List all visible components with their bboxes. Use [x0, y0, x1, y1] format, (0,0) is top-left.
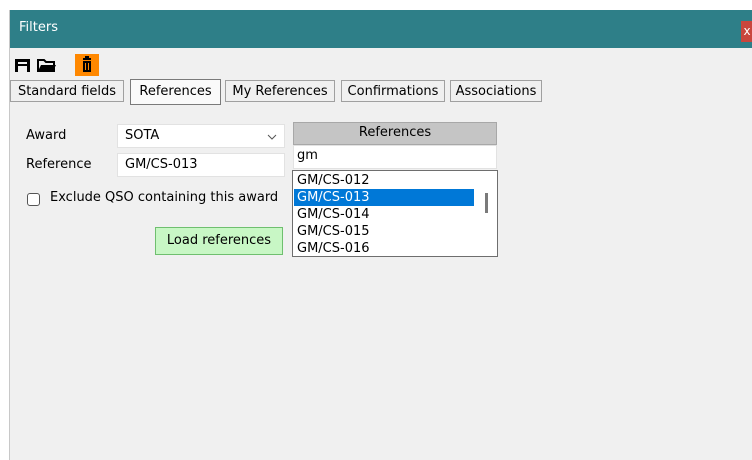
- chevron-down-icon: [267, 134, 277, 140]
- references-search-input[interactable]: gm: [293, 145, 497, 169]
- title-bar: Filters x: [10, 10, 752, 48]
- exclude-label: Exclude QSO containing this award: [50, 190, 279, 205]
- load-references-button[interactable]: Load references: [155, 227, 283, 255]
- save-icon[interactable]: [13, 54, 33, 76]
- tab-associations[interactable]: Associations: [450, 80, 542, 102]
- list-item[interactable]: GM/CS-016: [294, 240, 474, 256]
- delete-icon[interactable]: [75, 54, 99, 76]
- tab-confirmations[interactable]: Confirmations: [341, 80, 445, 102]
- references-list[interactable]: GM/CS-012 GM/CS-013 GM/CS-014 GM/CS-015 …: [292, 170, 498, 257]
- list-scrollbar-thumb[interactable]: [485, 193, 488, 213]
- window-title: Filters: [19, 20, 58, 35]
- list-item-selected[interactable]: GM/CS-013: [294, 189, 474, 206]
- list-item[interactable]: GM/CS-015: [294, 223, 474, 240]
- close-button[interactable]: x: [741, 21, 752, 42]
- tab-standard-fields[interactable]: Standard fields: [10, 80, 124, 102]
- award-label: Award: [26, 128, 67, 143]
- filters-window: Filters x Standard fields References My …: [9, 10, 752, 460]
- list-item[interactable]: GM/CS-014: [294, 206, 474, 223]
- tab-references[interactable]: References: [130, 79, 221, 105]
- references-search-value: gm: [297, 148, 318, 163]
- reference-input[interactable]: GM/CS-013: [117, 153, 285, 177]
- reference-label: Reference: [26, 157, 92, 172]
- exclude-checkbox[interactable]: [27, 193, 40, 206]
- list-item[interactable]: GM/CS-012: [294, 172, 474, 189]
- open-folder-icon[interactable]: [36, 54, 58, 76]
- award-select[interactable]: SOTA: [117, 124, 285, 148]
- tab-my-references[interactable]: My References: [225, 80, 335, 102]
- award-value: SOTA: [125, 128, 160, 143]
- references-header: References: [293, 122, 497, 145]
- reference-value: GM/CS-013: [125, 157, 198, 172]
